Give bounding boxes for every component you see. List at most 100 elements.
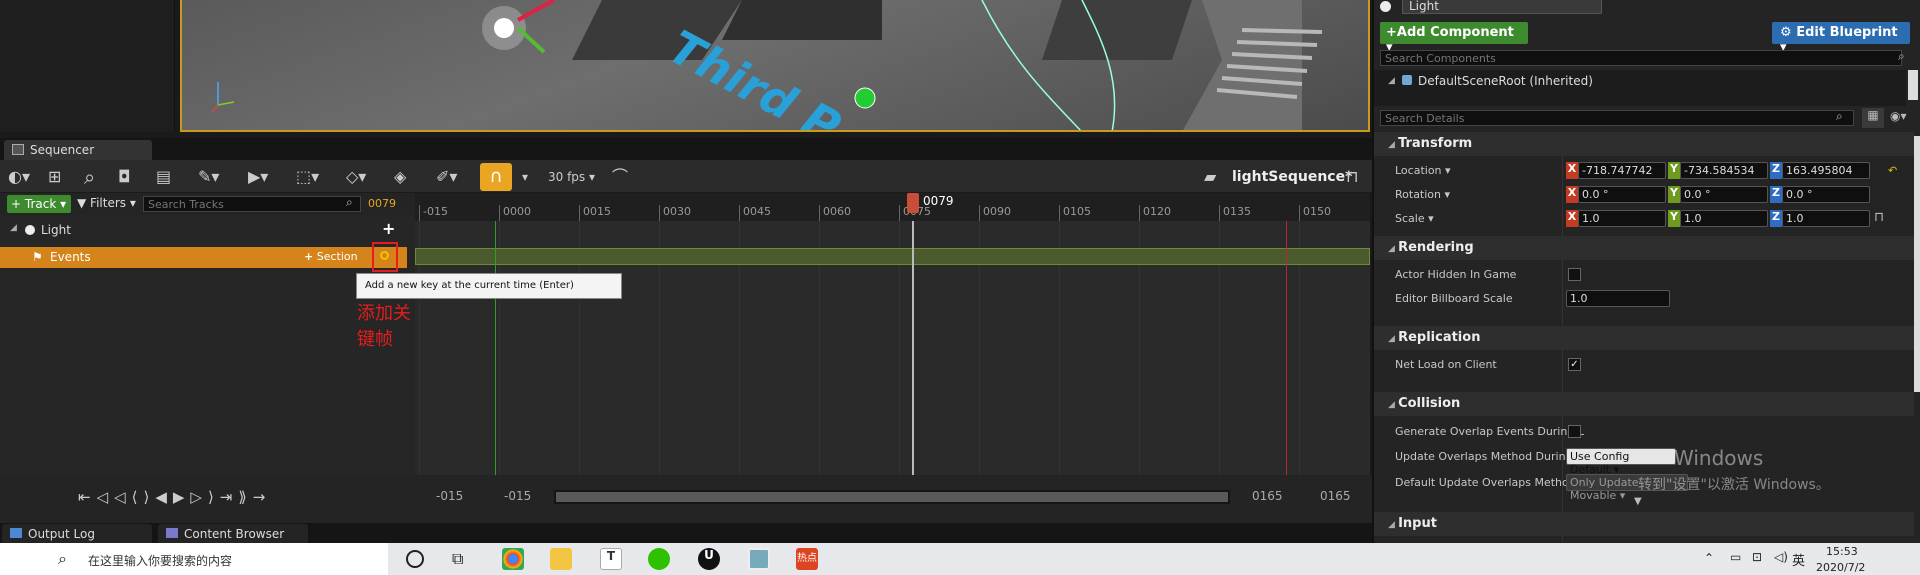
add-plus-icon[interactable]: + <box>382 219 395 238</box>
location-y-field[interactable]: -734.584534 <box>1680 162 1768 179</box>
property-matrix-icon[interactable]: ▦ <box>1862 108 1884 128</box>
wechat-icon[interactable] <box>648 548 670 570</box>
range-scrollbar-track[interactable] <box>554 490 1230 504</box>
rotation-z-field[interactable]: 0.0 ° <box>1782 186 1870 203</box>
key-group-icon[interactable]: ◈ <box>394 166 406 188</box>
location-z-field[interactable]: 163.495804 <box>1782 162 1870 179</box>
lock-icon[interactable]: ⊓ <box>1346 166 1358 188</box>
add-component-button[interactable]: +Add Component ▾ <box>1380 22 1528 55</box>
rotation-x-field[interactable]: 0.0 ° <box>1578 186 1666 203</box>
track-row-events[interactable]: ⚑ Events + Section <box>0 242 407 272</box>
current-frame[interactable]: 0079 <box>368 197 396 210</box>
clock-time[interactable]: 15:53 <box>1826 545 1858 558</box>
selection-icon[interactable]: ⬚▾ <box>296 166 319 188</box>
reset-arrow-icon[interactable]: ↶ <box>1888 164 1897 177</box>
content-browser-icon <box>166 528 178 538</box>
replication-section[interactable]: ◢ Replication <box>1374 326 1914 350</box>
gen-overlap-checkbox[interactable] <box>1568 425 1581 438</box>
curve-editor-icon[interactable]: ⌒ <box>612 166 628 188</box>
scale-x-field[interactable]: 1.0 <box>1578 210 1666 227</box>
billboard-scale-field[interactable]: 1.0 <box>1566 290 1670 307</box>
search-details-input[interactable] <box>1380 110 1854 126</box>
tab-content-browser[interactable]: Content Browser <box>158 524 308 543</box>
input-language[interactable]: 英 <box>1792 550 1805 569</box>
tray-chevron-icon[interactable]: ⌃ <box>1704 551 1714 565</box>
net-load-checkbox[interactable]: ✓ <box>1568 358 1581 371</box>
task-view-icon[interactable]: ⧉ <box>452 549 463 569</box>
search-tracks-input[interactable] <box>143 196 361 212</box>
track-row-light[interactable]: ◢ Light + <box>0 219 415 241</box>
news-icon[interactable]: 热点 <box>796 548 818 570</box>
events-section-bar[interactable] <box>415 248 1370 265</box>
chrome-icon[interactable] <box>502 548 524 570</box>
timeline[interactable]: -015000000150030004500600075009001050120… <box>415 193 1370 475</box>
ruler-tick-label: 0105 <box>1059 205 1091 221</box>
add-key-button[interactable] <box>372 242 398 272</box>
tab-output-log[interactable]: Output Log <box>2 524 152 543</box>
playback-start-marker[interactable] <box>495 221 496 475</box>
input-section[interactable]: ◢ Input <box>1374 512 1914 536</box>
clock-date[interactable]: 2020/7/2 <box>1816 561 1865 574</box>
edit-blueprint-button[interactable]: ⚙ Edit Blueprint ▾ <box>1772 22 1910 55</box>
network-icon[interactable]: ⊡ <box>1752 550 1762 564</box>
add-track-button[interactable]: + Track ▾ <box>7 195 71 213</box>
transport-controls[interactable]: ⇤◁◁⟨⟩◀▶▷⟩⇥⟫→ <box>78 488 271 506</box>
actor-name-field[interactable] <box>1402 0 1602 14</box>
remote-desktop-icon[interactable] <box>748 548 770 570</box>
update-method-dropdown[interactable]: Use Config Default ▾ <box>1566 448 1676 476</box>
time-ruler[interactable]: -015000000150030004500600075009001050120… <box>415 193 1370 221</box>
filters-button[interactable]: ▼ Filters ▾ <box>77 196 136 210</box>
play-options-icon[interactable]: ▶▾ <box>248 166 268 188</box>
eye-icon[interactable]: ◉▾ <box>1890 109 1907 123</box>
working-range-end[interactable]: 0165 <box>1252 489 1283 503</box>
scale-z-field[interactable]: 1.0 <box>1782 210 1870 227</box>
camera-icon[interactable]: ◘ <box>118 166 131 188</box>
clapper-icon[interactable]: ▤ <box>156 166 171 188</box>
add-section-button[interactable]: + Section <box>304 250 358 263</box>
transform-section[interactable]: ◢ Transform <box>1374 132 1914 156</box>
unreal-engine-icon[interactable]: U <box>698 548 720 570</box>
snap-dropdown-icon[interactable]: ▾ <box>522 166 528 188</box>
tab-sequencer[interactable]: Sequencer <box>4 140 152 160</box>
actor-hidden-checkbox[interactable] <box>1568 268 1581 281</box>
cortana-icon[interactable] <box>406 550 424 568</box>
search-components-input[interactable] <box>1380 50 1902 66</box>
working-range-start[interactable]: -015 <box>504 489 531 503</box>
rotation-label[interactable]: Rotation ▾ <box>1395 188 1450 201</box>
rotation-y-field[interactable]: 0.0 ° <box>1680 186 1768 203</box>
location-x-field[interactable]: -718.747742 <box>1578 162 1666 179</box>
collision-section[interactable]: ◢ Collision <box>1374 392 1914 416</box>
world-icon[interactable]: ◐▾ <box>8 166 30 188</box>
tray-monitor-icon[interactable]: ▭ <box>1730 550 1741 564</box>
location-label[interactable]: Location ▾ <box>1395 164 1451 177</box>
level-viewport[interactable]: Third P <box>180 0 1370 132</box>
scale-label[interactable]: Scale ▾ <box>1395 212 1434 225</box>
component-root-label[interactable]: DefaultSceneRoot (Inherited) <box>1418 74 1593 88</box>
folder-icon[interactable]: ▰ <box>1204 166 1216 188</box>
details-scrollbar[interactable] <box>1914 136 1920 392</box>
view-range-start[interactable]: -015 <box>436 489 463 503</box>
playback-end-marker[interactable] <box>1286 221 1287 475</box>
file-explorer-icon[interactable] <box>550 548 572 570</box>
view-range-end[interactable]: 0165 <box>1320 489 1351 503</box>
range-scrollbar-thumb[interactable] <box>556 492 1228 502</box>
rendering-section[interactable]: ◢ Rendering <box>1374 236 1914 260</box>
volume-icon[interactable]: ◁) <box>1774 550 1788 564</box>
expand-arrow-icon[interactable]: ◢ <box>10 223 17 233</box>
taskbar-search-box[interactable]: ⌕ 在这里输入你要搜索的内容 <box>0 543 388 575</box>
components-scrollbar[interactable] <box>1908 70 1918 100</box>
fps-selector[interactable]: 30 fps ▾ <box>548 166 595 188</box>
key-icon[interactable]: ◇▾ <box>346 166 366 188</box>
typora-icon[interactable]: T <box>600 548 622 570</box>
tree-expand-icon[interactable]: ◢ <box>1388 76 1395 86</box>
scale-lock-icon[interactable]: ⊓ <box>1874 210 1884 225</box>
expand-advanced-icon[interactable]: ▼ <box>1634 496 1642 507</box>
settings-wrench-icon[interactable]: ✎▾ <box>198 166 219 188</box>
save-icon[interactable]: ⊞ <box>48 166 61 188</box>
pencil-icon[interactable]: ✐▾ <box>436 166 457 188</box>
playhead-handle[interactable] <box>907 193 919 213</box>
x-axis-icon: X <box>1566 186 1578 203</box>
search-icon[interactable]: ⌕ <box>84 166 95 188</box>
snap-magnet-icon[interactable]: ∩ <box>480 163 512 191</box>
scale-y-field[interactable]: 1.0 <box>1680 210 1768 227</box>
